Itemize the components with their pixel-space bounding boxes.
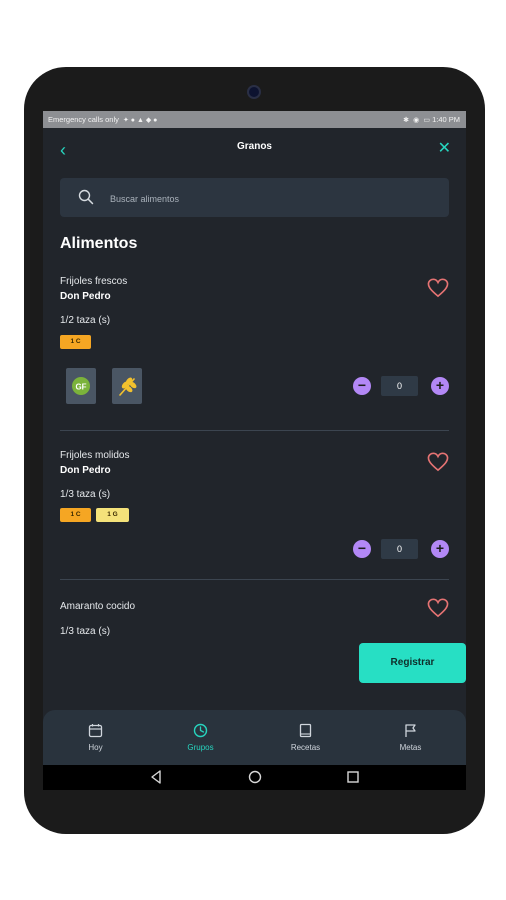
divider bbox=[60, 430, 449, 431]
wifi-icon: ◉ bbox=[413, 117, 420, 124]
food-portion: 1/3 taza (s) bbox=[60, 489, 111, 500]
tab-label: Recetas bbox=[290, 743, 321, 752]
quantity-stepper: − 0 + bbox=[353, 539, 449, 559]
tab-label: Grupos bbox=[187, 743, 214, 752]
plus-button[interactable]: + bbox=[431, 377, 449, 395]
search-input[interactable] bbox=[108, 189, 432, 208]
svg-text:GF: GF bbox=[75, 383, 86, 392]
tab-hoy[interactable]: Hoy bbox=[43, 710, 148, 765]
status-time: 1:40 PM bbox=[432, 115, 460, 124]
quantity-field[interactable]: 0 bbox=[381, 539, 418, 559]
food-item[interactable]: Frijoles frescos Don Pedro 1/2 taza (s) … bbox=[60, 276, 449, 426]
food-brand: Don Pedro bbox=[60, 465, 111, 476]
status-left: Emergency calls only ✦ ● ▲ ◆ ● bbox=[48, 111, 157, 129]
status-bar: Emergency calls only ✦ ● ▲ ◆ ● ✱ ◉ ▭ 1:4… bbox=[43, 111, 466, 128]
front-camera bbox=[247, 85, 261, 99]
register-button[interactable]: Registrar bbox=[359, 643, 466, 683]
home-nav-icon[interactable] bbox=[247, 769, 263, 785]
bottom-tab-bar: Hoy Grupos Recetas Metas bbox=[43, 710, 466, 765]
search-icon bbox=[78, 189, 94, 205]
food-name: Frijoles frescos bbox=[60, 276, 128, 287]
food-item[interactable]: Frijoles molidos Don Pedro 1/3 taza (s) … bbox=[60, 450, 449, 570]
recents-nav-icon[interactable] bbox=[346, 769, 360, 785]
status-right: ✱ ◉ ▭ 1:40 PM bbox=[401, 111, 460, 129]
status-icons: ✦ ● ▲ ◆ ● bbox=[122, 117, 158, 124]
tab-label: Metas bbox=[399, 743, 422, 752]
quantity-field[interactable]: 0 bbox=[381, 376, 418, 396]
app-screen: Emergency calls only ✦ ● ▲ ◆ ● ✱ ◉ ▭ 1:4… bbox=[43, 111, 466, 790]
portion-chip: 1 C bbox=[60, 508, 91, 522]
food-brand: Don Pedro bbox=[60, 291, 111, 302]
wheat-icon bbox=[119, 377, 137, 396]
food-portion: 1/3 taza (s) bbox=[60, 626, 111, 637]
calendar-icon bbox=[88, 724, 103, 738]
groups-icon bbox=[193, 723, 208, 738]
section-title: Alimentos bbox=[60, 235, 138, 252]
heart-icon[interactable] bbox=[427, 452, 449, 472]
book-icon bbox=[299, 723, 312, 738]
food-name: Frijoles molidos bbox=[60, 450, 130, 461]
gf-badge: GF bbox=[72, 377, 90, 395]
quantity-stepper: − 0 + bbox=[353, 376, 449, 396]
close-icon[interactable]: ✕ bbox=[438, 139, 451, 159]
grain-badge bbox=[112, 368, 142, 404]
tab-grupos[interactable]: Grupos bbox=[148, 710, 253, 765]
gluten-free-badge: GF bbox=[66, 368, 96, 404]
battery-icon: ▭ bbox=[423, 117, 430, 124]
search-bar[interactable] bbox=[60, 178, 449, 217]
minus-button[interactable]: − bbox=[353, 540, 371, 558]
back-nav-icon[interactable] bbox=[149, 769, 163, 785]
heart-icon[interactable] bbox=[427, 598, 449, 618]
food-name: Amaranto cocido bbox=[60, 601, 136, 612]
portion-chip: 1 G bbox=[96, 508, 129, 522]
divider bbox=[60, 579, 449, 580]
heart-icon[interactable] bbox=[427, 278, 449, 298]
minus-button[interactable]: − bbox=[353, 377, 371, 395]
flag-icon bbox=[405, 724, 416, 737]
tab-label: Hoy bbox=[88, 743, 103, 752]
tab-metas[interactable]: Metas bbox=[358, 710, 463, 765]
portion-chip: 1 C bbox=[60, 335, 91, 349]
bluetooth-icon: ✱ bbox=[403, 117, 410, 124]
status-text: Emergency calls only bbox=[48, 115, 119, 124]
header: ‹ Granos ✕ bbox=[43, 128, 466, 173]
page-title: Granos bbox=[236, 141, 272, 152]
system-nav-bar bbox=[43, 765, 466, 790]
plus-button[interactable]: + bbox=[431, 540, 449, 558]
food-portion: 1/2 taza (s) bbox=[60, 315, 111, 326]
tab-recetas[interactable]: Recetas bbox=[253, 710, 358, 765]
